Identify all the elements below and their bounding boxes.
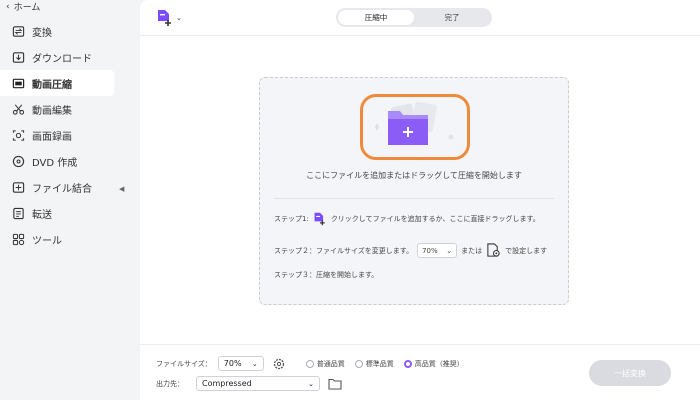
sidebar-item-label: ツール bbox=[32, 235, 62, 247]
filesize-row: ファイルサイズ： 70% ⌄ 普通品質 標準品質 高品質（推奨） bbox=[156, 356, 464, 371]
add-file-icon bbox=[158, 10, 171, 26]
radio-dot-selected bbox=[403, 359, 412, 368]
output-label: 出力先： bbox=[156, 379, 184, 388]
file-drop-zone[interactable]: ここにファイルを追加またはドラッグして圧縮を開始します ステップ1: クリックし… bbox=[259, 77, 569, 305]
chevron-down-icon: ⌄ bbox=[176, 14, 182, 22]
convert-icon bbox=[12, 25, 25, 38]
folder-plus-icon bbox=[375, 101, 454, 145]
tab-compressing[interactable]: 圧縮中 bbox=[338, 10, 414, 25]
quality-standard-radio[interactable]: 標準品質 bbox=[354, 359, 394, 369]
sidebar-item-label: ファイル結合 bbox=[32, 183, 92, 195]
step-2-prefix: ステップ２：ファイルサイズを変更します。 bbox=[274, 246, 414, 255]
quality-normal-radio[interactable]: 普通品質 bbox=[305, 359, 345, 369]
step-2-size-select[interactable]: 70% ⌄ bbox=[417, 243, 458, 258]
chevron-left-icon: ‹ bbox=[6, 1, 10, 12]
filesize-label: ファイルサイズ： bbox=[156, 359, 212, 368]
collapse-sidebar-icon[interactable]: ◀ bbox=[119, 185, 124, 193]
step-1-text: クリックしてファイルを追加するか、ここに直接ドラッグします。 bbox=[330, 215, 540, 223]
scissors-icon bbox=[12, 103, 25, 116]
dvd-icon bbox=[12, 155, 25, 168]
radio-dot bbox=[354, 359, 363, 368]
settings-gear-icon[interactable] bbox=[272, 357, 286, 371]
step-2-or: または bbox=[461, 246, 483, 255]
quality-normal-label: 普通品質 bbox=[316, 359, 345, 368]
sidebar-item-label: 動画圧縮 bbox=[32, 79, 72, 91]
back-home-link[interactable]: ‹ ホーム bbox=[6, 0, 41, 14]
chevron-down-icon: ⌄ bbox=[308, 379, 314, 388]
add-folder-button[interactable] bbox=[360, 94, 470, 160]
sidebar: ‹ ホーム 変換 ダウンロード 動画圧縮 動画編集 画面録画 DVD 作成 ファ… bbox=[0, 0, 124, 400]
sidebar-item-screen-record[interactable]: 画面録画 bbox=[0, 122, 118, 148]
screen-record-icon bbox=[12, 129, 25, 142]
sidebar-item-dvd[interactable]: DVD 作成 bbox=[0, 148, 118, 174]
bottom-bar: ファイルサイズ： 70% ⌄ 普通品質 標準品質 高品質（推奨） 出力先： Co… bbox=[140, 344, 700, 400]
tab-completed[interactable]: 完了 bbox=[414, 10, 490, 25]
filesize-value: 70% bbox=[223, 359, 242, 368]
output-value: Compressed bbox=[202, 379, 252, 388]
step-2: ステップ２：ファイルサイズを変更します。 70% ⌄ または で設定します bbox=[274, 243, 547, 258]
sidebar-item-convert[interactable]: 変換 bbox=[0, 18, 118, 44]
sidebar-item-label: 画面録画 bbox=[32, 131, 72, 143]
sidebar-item-edit[interactable]: 動画編集 bbox=[0, 96, 118, 122]
output-select[interactable]: Compressed ⌄ bbox=[196, 376, 320, 391]
sidebar-item-label: 動画編集 bbox=[32, 105, 72, 117]
status-tabs: 圧縮中 完了 bbox=[336, 8, 492, 27]
chevron-down-icon: ⌄ bbox=[446, 246, 453, 255]
step-3: ステップ３：圧縮を開始します。 bbox=[274, 270, 378, 280]
main-panel: ⌄ 圧縮中 完了 ここにファイルを追加またはドラッグして圧縮を開始します ステッ… bbox=[140, 0, 700, 400]
compress-icon bbox=[12, 77, 25, 90]
sidebar-item-transfer[interactable]: 転送 bbox=[0, 200, 118, 226]
sidebar-item-tools[interactable]: ツール bbox=[0, 226, 118, 252]
settings-file-icon[interactable] bbox=[486, 243, 501, 258]
download-icon bbox=[12, 51, 25, 64]
step-2-suffix: で設定します bbox=[505, 246, 548, 255]
convert-all-button[interactable]: 一括変換 bbox=[589, 360, 671, 386]
radio-dot bbox=[305, 359, 314, 368]
step-2-size-value: 70% bbox=[422, 246, 438, 255]
sidebar-item-label: ダウンロード bbox=[32, 53, 92, 65]
drop-hint: ここにファイルを追加またはドラッグして圧縮を開始します bbox=[306, 171, 522, 180]
sidebar-item-label: 転送 bbox=[32, 209, 52, 221]
merge-icon bbox=[12, 181, 25, 194]
sidebar-nav: 変換 ダウンロード 動画圧縮 動画編集 画面録画 DVD 作成 ファイル結合 転… bbox=[0, 18, 118, 252]
quality-standard-label: 標準品質 bbox=[365, 359, 394, 368]
add-file-icon[interactable] bbox=[313, 212, 327, 226]
back-home-label: ホーム bbox=[13, 3, 41, 13]
sidebar-item-label: 変換 bbox=[32, 27, 52, 39]
folder-icon[interactable] bbox=[328, 378, 342, 390]
step-1-prefix: ステップ1: bbox=[274, 215, 309, 223]
sidebar-item-compress[interactable]: 動画圧縮 bbox=[0, 70, 114, 96]
quality-high-label: 高品質（推奨） bbox=[414, 359, 464, 368]
divider bbox=[274, 198, 554, 199]
chevron-down-icon: ⌄ bbox=[251, 359, 258, 368]
sidebar-item-download[interactable]: ダウンロード bbox=[0, 44, 118, 70]
transfer-icon bbox=[12, 207, 25, 220]
tools-icon bbox=[12, 233, 25, 246]
add-file-button[interactable]: ⌄ bbox=[156, 9, 182, 27]
sidebar-item-label: DVD 作成 bbox=[32, 157, 78, 169]
sidebar-item-merge[interactable]: ファイル結合 bbox=[0, 174, 118, 200]
filesize-select[interactable]: 70% ⌄ bbox=[217, 356, 264, 371]
output-row: 出力先： Compressed ⌄ bbox=[156, 376, 342, 391]
step-1: ステップ1: クリックしてファイルを追加するか、ここに直接ドラッグします。 bbox=[274, 212, 540, 226]
top-toolbar: ⌄ 圧縮中 完了 bbox=[140, 0, 700, 36]
quality-high-radio[interactable]: 高品質（推奨） bbox=[403, 359, 464, 369]
step-3-text: ステップ３：圧縮を開始します。 bbox=[274, 271, 379, 279]
